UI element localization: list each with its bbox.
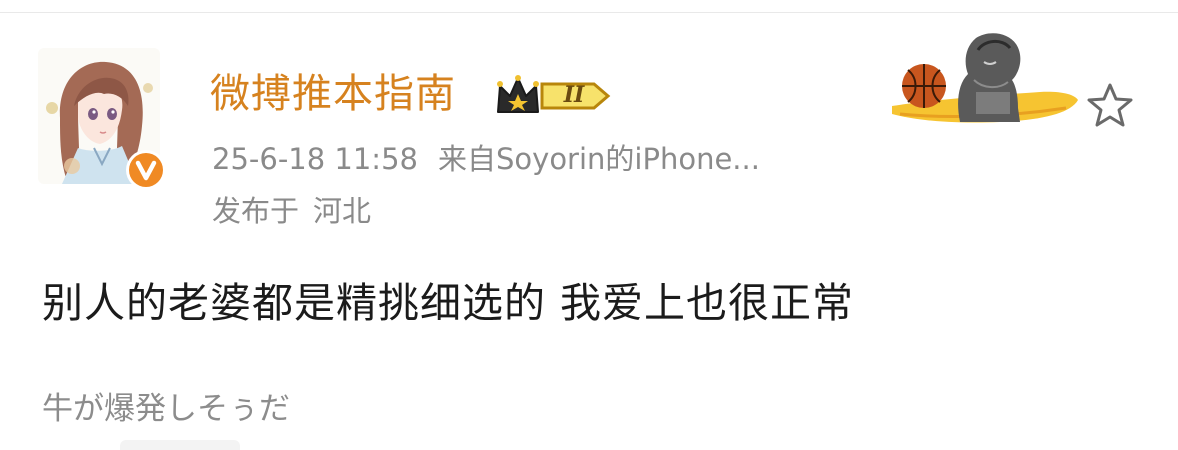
- post-location: 发布于 河北: [212, 192, 371, 230]
- post-source[interactable]: Soyorin的iPhone...: [496, 142, 760, 176]
- top-divider: [0, 12, 1178, 13]
- favorite-button[interactable]: [1086, 82, 1134, 128]
- verified-v-icon: [124, 148, 168, 192]
- crown-icon: [497, 75, 611, 113]
- comment-text: 牛が爆発しそぅだ: [42, 391, 290, 427]
- bottom-fade: [120, 440, 240, 450]
- author-name[interactable]: 微搏推本指南: [210, 68, 456, 120]
- basketball-player-card-decoration[interactable]: [890, 22, 1080, 132]
- vip-crown-badge[interactable]: [494, 74, 612, 118]
- source-label: 来自: [437, 142, 496, 176]
- post-time: 25-6-18 11:58: [212, 142, 418, 176]
- star-outline-icon: [1087, 83, 1133, 127]
- location-value: 河北: [313, 194, 372, 228]
- vip-level-text: II: [563, 82, 585, 108]
- location-label: 发布于: [212, 194, 300, 228]
- post-meta: 25-6-18 11:58 来自Soyorin的iPhone...: [212, 140, 760, 178]
- post-text: 别人的老婆都是精挑细选的 我爱上也很正常: [42, 279, 855, 327]
